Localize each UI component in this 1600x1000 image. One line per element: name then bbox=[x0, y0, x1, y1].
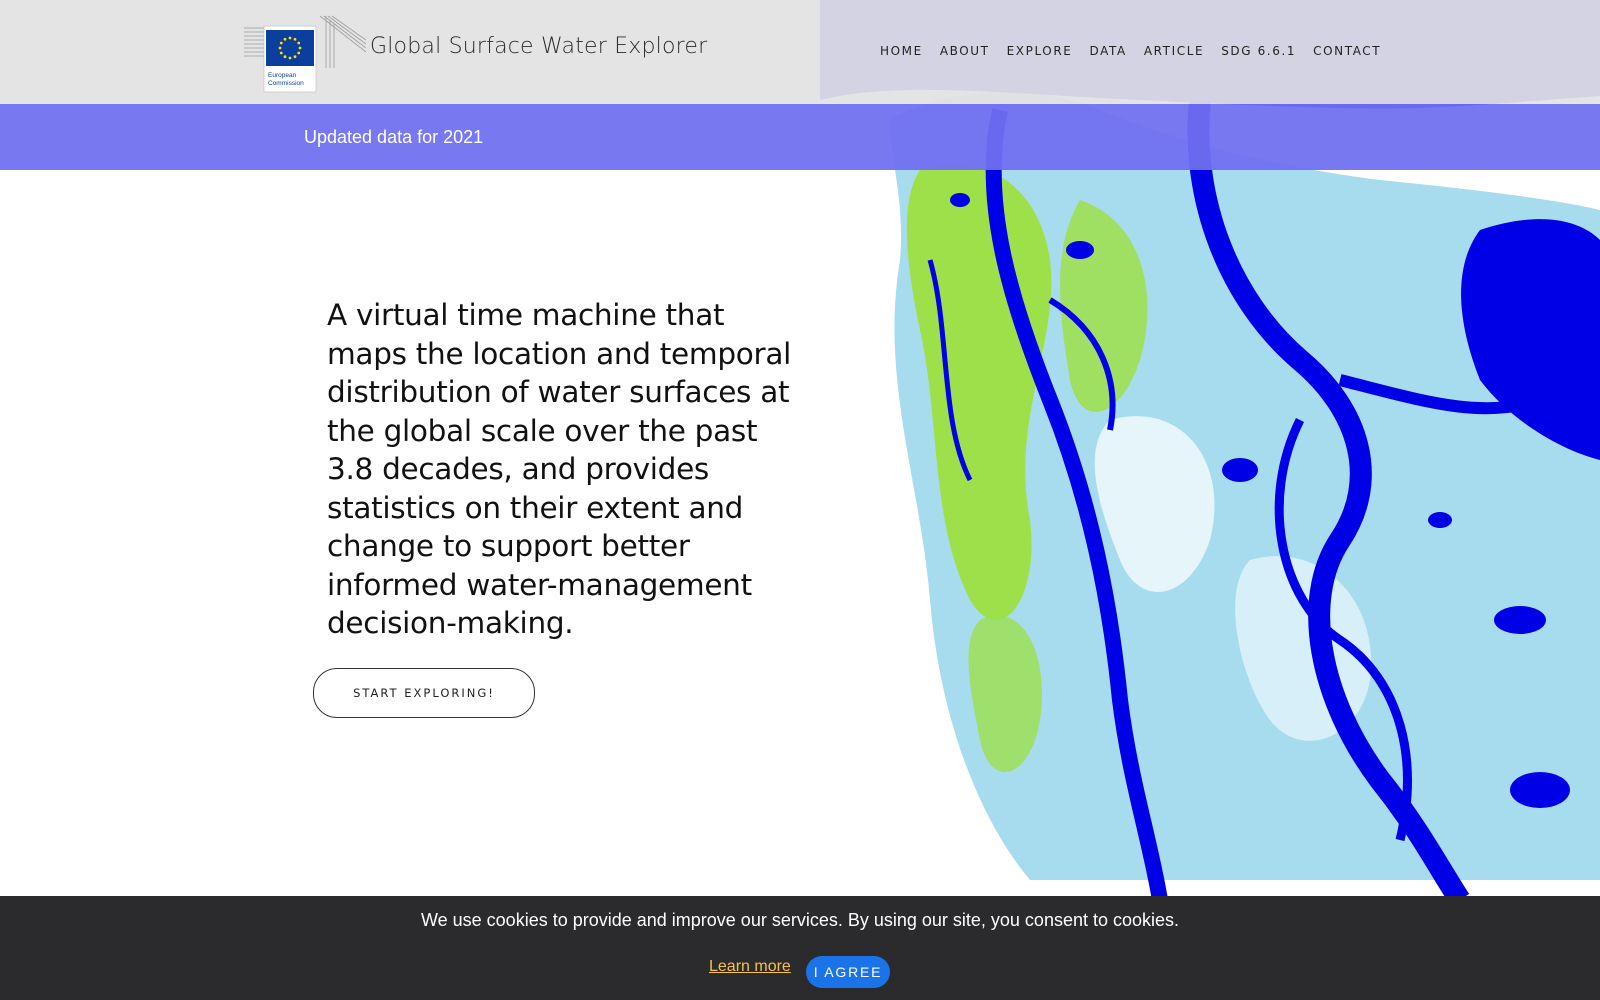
lake-4 bbox=[1428, 512, 1452, 528]
agree-button[interactable]: I AGREE bbox=[806, 956, 890, 988]
learn-more-link[interactable]: Learn more bbox=[709, 958, 791, 976]
svg-text:Commission: Commission bbox=[268, 80, 304, 87]
lake-2 bbox=[1222, 458, 1258, 482]
hero-tagline: A virtual time machine that maps the loc… bbox=[327, 298, 792, 640]
banner-text[interactable]: Updated data for 2021 bbox=[304, 127, 483, 148]
nav-home[interactable]: HOME bbox=[880, 44, 923, 58]
cookie-message: We use cookies to provide and improve ou… bbox=[420, 910, 1180, 930]
nav-article[interactable]: ARTICLE bbox=[1144, 44, 1204, 58]
lake-3 bbox=[1494, 606, 1546, 634]
main-nav: HOME ABOUT EXPLORE DATA ARTICLE SDG 6.6.… bbox=[880, 44, 1398, 58]
nav-data[interactable]: DATA bbox=[1089, 44, 1126, 58]
cookie-consent-bar: We use cookies to provide and improve ou… bbox=[0, 896, 1600, 1000]
lake-1 bbox=[1066, 241, 1094, 259]
start-exploring-button[interactable]: START EXPLORING! bbox=[313, 668, 535, 718]
nav-explore[interactable]: EXPLORE bbox=[1007, 44, 1073, 58]
nav-sdg[interactable]: SDG 6.6.1 bbox=[1221, 44, 1296, 58]
nav-contact[interactable]: CONTACT bbox=[1313, 44, 1381, 58]
svg-text:European: European bbox=[268, 72, 297, 79]
lake-6 bbox=[1510, 772, 1570, 808]
site-header: European Commission Global Surface Water… bbox=[0, 0, 1600, 104]
european-commission-logo[interactable]: European Commission bbox=[244, 12, 366, 94]
lake-5 bbox=[950, 193, 970, 207]
announcement-banner: Updated data for 2021 bbox=[0, 104, 1600, 170]
site-title[interactable]: Global Surface Water Explorer bbox=[370, 34, 707, 59]
nav-about[interactable]: ABOUT bbox=[940, 44, 990, 58]
